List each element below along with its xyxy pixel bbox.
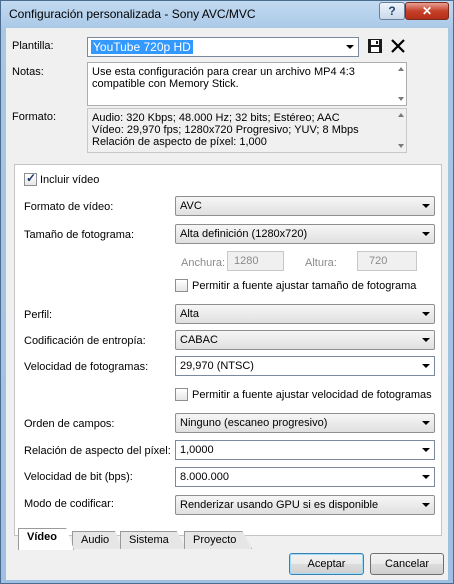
frame-size-label: Tamaño de fotograma: (24, 229, 135, 241)
format-label: Formato: (12, 111, 57, 123)
frame-size-select[interactable]: Alta definición (1280x720) (175, 224, 435, 244)
entropy-select[interactable]: CABAC (175, 330, 435, 350)
notes-textarea[interactable]: Use esta configuración para crear un arc… (87, 62, 407, 106)
tab-audio[interactable]: Audio (72, 531, 122, 549)
height-label: Altura: (305, 257, 337, 269)
width-label: Anchura: (181, 257, 226, 269)
scroll-down-icon[interactable] (398, 97, 404, 101)
format-info-box: Audio: 320 Kbps; 48.000 Hz; 32 bits; Est… (87, 108, 407, 153)
title-bar[interactable]: Configuración personalizada - Sony AVC/M… (1, 1, 453, 27)
allow-frame-rate-checkbox[interactable] (175, 388, 188, 401)
field-order-value: Ninguno (escaneo progresivo) (180, 417, 328, 429)
notes-label: Notas: (12, 66, 44, 78)
chevron-down-icon (422, 475, 430, 479)
help-button[interactable]: ? (379, 2, 405, 20)
template-label: Plantilla: (12, 40, 54, 52)
encode-mode-label: Modo de codificar: (24, 498, 114, 510)
chevron-down-icon (422, 204, 430, 208)
video-settings-panel: Incluir vídeo Formato de vídeo: AVC Tama… (14, 164, 442, 536)
entropy-value: CABAC (180, 334, 218, 346)
pixel-aspect-value: 1,0000 (180, 444, 214, 456)
bit-rate-label: Velocidad de bit (bps): (24, 471, 133, 483)
video-format-label: Formato de vídeo: (24, 201, 114, 213)
chevron-down-icon (422, 421, 430, 425)
tab-label: Proyecto (193, 534, 237, 546)
close-icon: ✕ (421, 4, 433, 18)
video-format-value: AVC (180, 200, 202, 212)
delete-x-icon[interactable] (390, 38, 406, 54)
chevron-down-icon (422, 364, 430, 368)
floppy-disk-icon[interactable] (367, 38, 383, 54)
tab-system[interactable]: Sistema (120, 531, 186, 549)
scroll-up-icon[interactable] (398, 113, 404, 117)
bit-rate-value: 8.000.000 (180, 471, 229, 483)
tab-project[interactable]: Proyecto (184, 531, 252, 549)
height-field[interactable]: 720 (357, 251, 417, 271)
width-field[interactable]: 1280 (227, 251, 284, 271)
profile-select[interactable]: Alta (175, 304, 435, 324)
dialog-body: Plantilla: YouTube 720p HD Notas: Use es… (6, 28, 448, 580)
help-icon: ? (388, 4, 396, 18)
include-video-label: Incluir vídeo (40, 174, 100, 186)
allow-frame-rate-label: Permitir a fuente ajustar velocidad de f… (192, 389, 432, 401)
tab-label: Sistema (129, 534, 169, 546)
encode-mode-select[interactable]: Renderizar usando GPU si es disponible (175, 495, 435, 515)
format-line: Relación de aspecto de píxel: 1,000 (92, 136, 267, 148)
profile-value: Alta (180, 308, 199, 320)
chevron-down-icon (422, 503, 430, 507)
video-format-select[interactable]: AVC (175, 196, 435, 216)
entropy-label: Codificación de entropía: (24, 335, 146, 347)
scroll-up-icon[interactable] (398, 67, 404, 71)
format-line: Audio: 320 Kbps; 48.000 Hz; 32 bits; Est… (92, 112, 340, 124)
tab-bar: Vídeo Audio Sistema Proyecto (14, 528, 442, 550)
tab-label: Vídeo (27, 531, 57, 543)
chevron-down-icon (346, 45, 354, 49)
bit-rate-combobox[interactable]: 8.000.000 (175, 467, 435, 487)
template-combobox[interactable]: YouTube 720p HD (87, 37, 359, 57)
tab-video[interactable]: Vídeo (18, 528, 74, 550)
cancel-button[interactable]: Cancelar (370, 553, 444, 575)
close-button[interactable]: ✕ (405, 2, 449, 20)
template-value: YouTube 720p HD (91, 40, 193, 54)
scroll-down-icon[interactable] (398, 144, 404, 148)
format-line: Vídeo: 29,970 fps; 1280x720 Progresivo; … (92, 124, 359, 136)
frame-size-value: Alta definición (1280x720) (180, 228, 308, 240)
frame-rate-value: 29,970 (NTSC) (180, 360, 254, 372)
frame-rate-combobox[interactable]: 29,970 (NTSC) (175, 356, 435, 376)
dialog-window: Configuración personalizada - Sony AVC/M… (0, 0, 454, 584)
notes-text: Use esta configuración para crear un arc… (92, 66, 355, 90)
pixel-aspect-combobox[interactable]: 1,0000 (175, 440, 435, 460)
chevron-down-icon (422, 232, 430, 236)
frame-rate-label: Velocidad de fotogramas: (24, 361, 149, 373)
encode-mode-value: Renderizar usando GPU si es disponible (180, 499, 379, 511)
width-value: 1280 (234, 255, 259, 267)
include-video-checkbox[interactable] (24, 171, 37, 186)
profile-label: Perfil: (24, 309, 53, 321)
accept-button[interactable]: Aceptar (289, 553, 364, 575)
chevron-down-icon (422, 448, 430, 452)
window-title: Configuración personalizada - Sony AVC/M… (9, 7, 256, 21)
field-order-select[interactable]: Ninguno (escaneo progresivo) (175, 413, 435, 433)
field-order-label: Orden de campos: (24, 418, 115, 430)
chevron-down-icon (422, 338, 430, 342)
allow-frame-size-label: Permitir a fuente ajustar tamaño de foto… (192, 280, 417, 292)
chevron-down-icon (422, 312, 430, 316)
pixel-aspect-label: Relación de aspecto del píxel: (24, 445, 171, 457)
allow-frame-size-checkbox[interactable] (175, 279, 188, 292)
height-value: 720 (369, 255, 388, 267)
tab-label: Audio (81, 534, 110, 546)
